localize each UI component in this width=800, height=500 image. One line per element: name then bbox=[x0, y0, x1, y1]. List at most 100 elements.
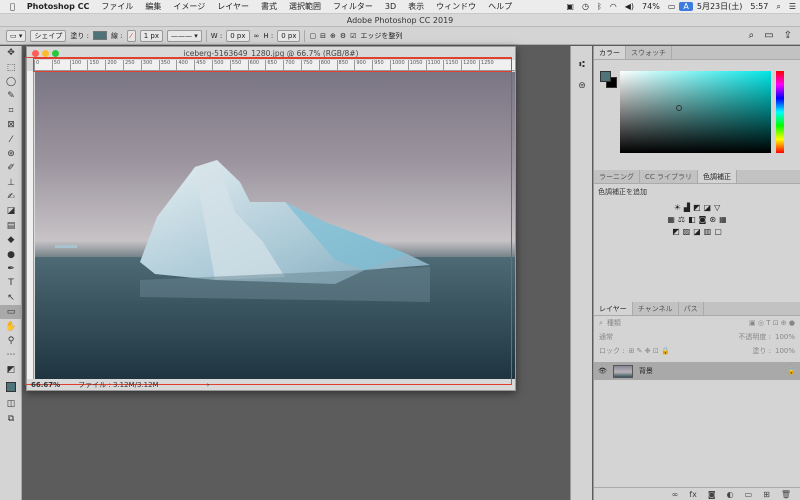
height-input[interactable]: 0 px bbox=[277, 29, 301, 42]
wifi-icon[interactable]: ◠ bbox=[606, 2, 621, 11]
invert-icon[interactable]: ◩ bbox=[672, 227, 680, 236]
history-icon[interactable]: ⑆ bbox=[571, 58, 593, 72]
move-tool-icon[interactable]: ✥ bbox=[0, 46, 22, 60]
rectangle-tool-icon[interactable]: ▭ bbox=[0, 305, 22, 320]
hue-slider[interactable] bbox=[776, 71, 784, 153]
menu-file[interactable]: ファイル bbox=[95, 1, 139, 12]
app-menu[interactable]: Photoshop CC bbox=[21, 2, 96, 11]
posterize-icon[interactable]: ▨ bbox=[683, 227, 691, 236]
gradient-tool-icon[interactable]: ▤ bbox=[0, 219, 22, 233]
fx-icon[interactable]: fx bbox=[689, 490, 697, 499]
tab-cc-libraries[interactable]: CC ライブラリ bbox=[640, 170, 699, 183]
path-select-tool-icon[interactable]: ↖ bbox=[0, 291, 22, 305]
tab-color[interactable]: カラー bbox=[594, 46, 626, 59]
menu-edit[interactable]: 編集 bbox=[139, 1, 167, 12]
threshold-icon[interactable]: ◪ bbox=[693, 227, 701, 236]
apple-menu-icon[interactable]:  bbox=[0, 2, 21, 11]
fill-value[interactable]: 100% bbox=[775, 347, 795, 355]
lock-icons[interactable]: ⊞ ✎ ✥ ⊡ 🔒 bbox=[629, 347, 670, 355]
opacity-value[interactable]: 100% bbox=[775, 333, 795, 341]
levels-icon[interactable]: ▟ bbox=[684, 203, 690, 212]
hand-tool-icon[interactable]: ✋ bbox=[0, 319, 22, 333]
photo-filter-icon[interactable]: ◙ bbox=[699, 215, 707, 224]
menu-filter[interactable]: フィルター bbox=[327, 1, 379, 12]
properties-icon[interactable]: ⊜ bbox=[571, 78, 593, 92]
path-align-icon[interactable]: ⊟ bbox=[320, 32, 326, 40]
new-layer-icon[interactable]: ⊞ bbox=[763, 490, 770, 499]
layer-row[interactable]: 👁 背景 🔒 bbox=[594, 362, 800, 380]
menu-type[interactable]: 書式 bbox=[255, 1, 283, 12]
fill-swatch[interactable] bbox=[92, 31, 107, 40]
minimize-icon[interactable] bbox=[42, 50, 49, 57]
link-icon[interactable]: ∞ bbox=[254, 32, 260, 40]
more-tools-icon[interactable]: ⋯ bbox=[0, 348, 22, 362]
lock-icon[interactable]: 🔒 bbox=[787, 367, 796, 375]
menu-image[interactable]: イメージ bbox=[167, 1, 211, 12]
group-icon[interactable]: ▭ bbox=[745, 490, 753, 499]
quick-mask-icon[interactable]: ◫ bbox=[0, 397, 22, 411]
align-edges-checkbox[interactable]: ☑ bbox=[350, 32, 356, 40]
path-arrange-icon[interactable]: ⊕ bbox=[330, 32, 336, 40]
eyedropper-tool-icon[interactable]: ⁄ bbox=[0, 132, 22, 146]
kind-filter[interactable]: 種類 bbox=[607, 318, 621, 328]
pen-tool-icon[interactable]: ✒ bbox=[0, 262, 22, 276]
chevron-right-icon[interactable]: › bbox=[207, 381, 210, 389]
tab-learn[interactable]: ラーニング bbox=[594, 170, 640, 183]
link-layers-icon[interactable]: ∞ bbox=[672, 490, 679, 499]
lasso-tool-icon[interactable]: ◯ bbox=[0, 75, 22, 89]
hue-sat-icon[interactable]: ▦ bbox=[667, 215, 675, 224]
bw-icon[interactable]: ◧ bbox=[688, 215, 696, 224]
stamp-tool-icon[interactable]: ⊥ bbox=[0, 176, 22, 190]
eraser-tool-icon[interactable]: ◪ bbox=[0, 204, 22, 218]
filter-icons[interactable]: ▣ ◎ T ⊡ ⊕ ● bbox=[749, 319, 795, 327]
bluetooth-icon[interactable]: ᛒ bbox=[593, 2, 606, 11]
adjustment-layer-icon[interactable]: ◐ bbox=[727, 490, 734, 499]
frame-tool-icon[interactable]: ⊠ bbox=[0, 118, 22, 132]
menu-select[interactable]: 選択範囲 bbox=[283, 1, 327, 12]
list-icon[interactable]: ☰ bbox=[785, 2, 800, 11]
workspace-icon[interactable]: ▭ bbox=[764, 30, 773, 41]
share-icon[interactable]: ⇪ bbox=[784, 30, 792, 41]
tab-layers[interactable]: レイヤー bbox=[594, 302, 633, 315]
zoom-tool-icon[interactable]: ⚲ bbox=[0, 334, 22, 348]
screen-mode-icon[interactable]: ⧉ bbox=[0, 411, 22, 425]
tool-preset-picker[interactable]: ▭ ▾ bbox=[6, 29, 27, 42]
menu-3d[interactable]: 3D bbox=[379, 2, 402, 11]
menu-view[interactable]: 表示 bbox=[402, 1, 430, 12]
mask-icon[interactable]: ◙ bbox=[708, 490, 716, 499]
stroke-width[interactable]: 1 px bbox=[139, 29, 163, 42]
dodge-tool-icon[interactable]: ● bbox=[0, 247, 22, 261]
search-icon[interactable]: ⌕ bbox=[749, 30, 755, 41]
screen-icon[interactable]: ▣ bbox=[562, 2, 578, 11]
foreground-color[interactable] bbox=[600, 71, 611, 82]
stroke-type-select[interactable]: ——— ▾ bbox=[166, 29, 202, 42]
eye-icon[interactable]: 👁 bbox=[598, 367, 607, 375]
default-colors-icon[interactable]: ◩ bbox=[0, 363, 22, 377]
vibrance-icon[interactable]: ▽ bbox=[714, 203, 720, 212]
menu-help[interactable]: ヘルプ bbox=[482, 1, 518, 12]
exposure-icon[interactable]: ◪ bbox=[704, 203, 712, 212]
volume-icon[interactable]: ◀) bbox=[621, 2, 638, 11]
menu-window[interactable]: ウィンドウ bbox=[430, 1, 482, 12]
date[interactable]: 5月23日(土) bbox=[693, 1, 747, 12]
color-field[interactable] bbox=[620, 71, 771, 153]
marquee-tool-icon[interactable]: ⬚ bbox=[0, 60, 22, 74]
brightness-icon[interactable]: ☀ bbox=[674, 203, 681, 212]
trash-icon[interactable]: 🗑 bbox=[781, 490, 791, 499]
color-lookup-icon[interactable]: ▦ bbox=[719, 215, 727, 224]
healing-brush-tool-icon[interactable]: ⊛ bbox=[0, 147, 22, 161]
close-icon[interactable] bbox=[32, 50, 39, 57]
path-ops-icon[interactable]: ▢ bbox=[309, 32, 316, 40]
color-balance-icon[interactable]: ⚖ bbox=[678, 215, 685, 224]
quick-select-tool-icon[interactable]: ✎ bbox=[0, 89, 22, 103]
type-tool-icon[interactable]: T bbox=[0, 276, 22, 290]
channel-mixer-icon[interactable]: ⊛ bbox=[709, 215, 716, 224]
curves-icon[interactable]: ◩ bbox=[693, 203, 701, 212]
shape-mode-select[interactable]: シェイプ bbox=[30, 29, 67, 42]
brush-tool-icon[interactable]: ✐ bbox=[0, 161, 22, 175]
battery-percent[interactable]: 74% bbox=[638, 2, 664, 11]
tab-swatches[interactable]: スウォッチ bbox=[626, 46, 672, 59]
tab-adjustments[interactable]: 色調補正 bbox=[698, 170, 738, 183]
input-source[interactable]: A bbox=[679, 2, 693, 11]
crop-tool-icon[interactable]: ⌗ bbox=[0, 104, 22, 118]
